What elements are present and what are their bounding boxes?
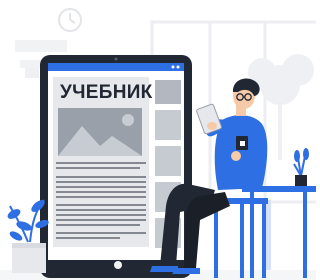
illustration-scene: УЧЕБНИК <box>0 0 316 280</box>
image-placeholder-icon <box>58 108 142 156</box>
background-plant-pot <box>25 68 39 78</box>
shoe-left <box>150 266 178 272</box>
ebook-title: УЧЕБНИК <box>60 82 153 103</box>
tablet-home-button <box>114 261 122 269</box>
shoe-right <box>172 268 200 274</box>
screen-top-bar <box>48 63 184 71</box>
background-shelf <box>15 40 67 52</box>
tablet-camera-icon <box>114 57 118 61</box>
